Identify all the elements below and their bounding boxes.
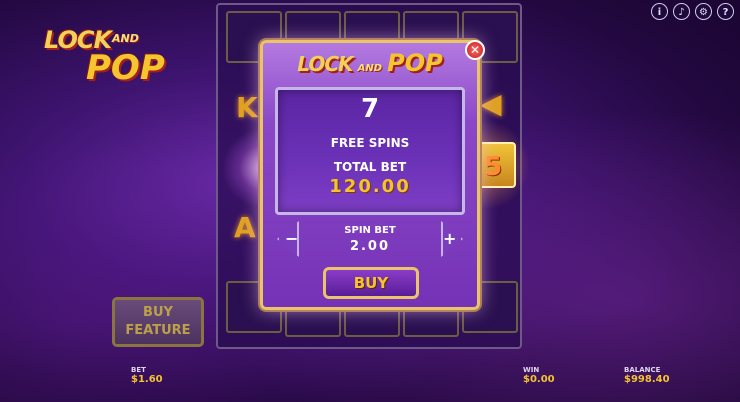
reel-symbol: K	[236, 91, 258, 124]
free-spins-label: FREE SPINS	[330, 136, 410, 150]
decrease-bet-button[interactable]: −	[277, 221, 299, 257]
balance-value: $998.40	[624, 374, 670, 385]
balance-display: BALANCE $998.40	[624, 366, 670, 385]
spins-info-panel: 7 FREE SPINS TOTAL BET 120.00	[275, 87, 465, 215]
bet-label: BET	[131, 366, 146, 374]
close-icon[interactable]: ✕	[465, 40, 485, 60]
reel-symbol: ◀	[480, 87, 502, 120]
settings-icon[interactable]: ⚙	[695, 3, 712, 20]
win-value: $0.00	[523, 374, 555, 385]
logo-pop-text: POP	[86, 48, 165, 88]
win-display: WIN $0.00	[523, 366, 555, 385]
win-label: WIN	[523, 366, 540, 374]
total-bet-value: 120.00	[329, 176, 411, 197]
buy-button[interactable]: BUY	[323, 267, 419, 299]
logo-and-text: AND	[112, 32, 139, 45]
spin-bet-selector: − SPIN BET 2.00 +	[277, 219, 463, 261]
buy-feature-line2: FEATURE	[125, 323, 191, 338]
total-bet-label: TOTAL BET	[333, 160, 407, 174]
buy-feature-button[interactable]: BUY FEATURE	[112, 297, 204, 347]
buy-free-spins-dialog: LOCK AND POP ✕ 7 FREE SPINS TOTAL BET 12…	[260, 40, 485, 310]
sound-icon[interactable]: ♪	[673, 3, 690, 20]
balance-label: BALANCE	[624, 366, 661, 374]
increase-bet-button[interactable]: +	[441, 221, 463, 257]
dialog-logo-and: AND	[357, 63, 383, 74]
top-icon-bar: i ♪ ⚙ ?	[651, 3, 734, 20]
info-icon[interactable]: i	[651, 3, 668, 20]
free-spins-count: 7	[360, 94, 380, 124]
bet-display: BET $1.60	[131, 366, 163, 385]
reel-symbol: A	[234, 211, 256, 244]
buy-feature-line1: BUY	[143, 305, 173, 320]
spin-bet-label: SPIN BET	[344, 225, 396, 236]
dialog-logo-lock: LOCK	[297, 52, 353, 76]
bet-value: $1.60	[131, 374, 163, 385]
dialog-logo: LOCK AND POP	[263, 49, 477, 77]
spin-bet-value: 2.00	[349, 239, 391, 254]
help-icon[interactable]: ?	[717, 3, 734, 20]
dialog-logo-pop: POP	[387, 49, 443, 77]
game-logo: LOCK AND POP	[38, 24, 188, 88]
